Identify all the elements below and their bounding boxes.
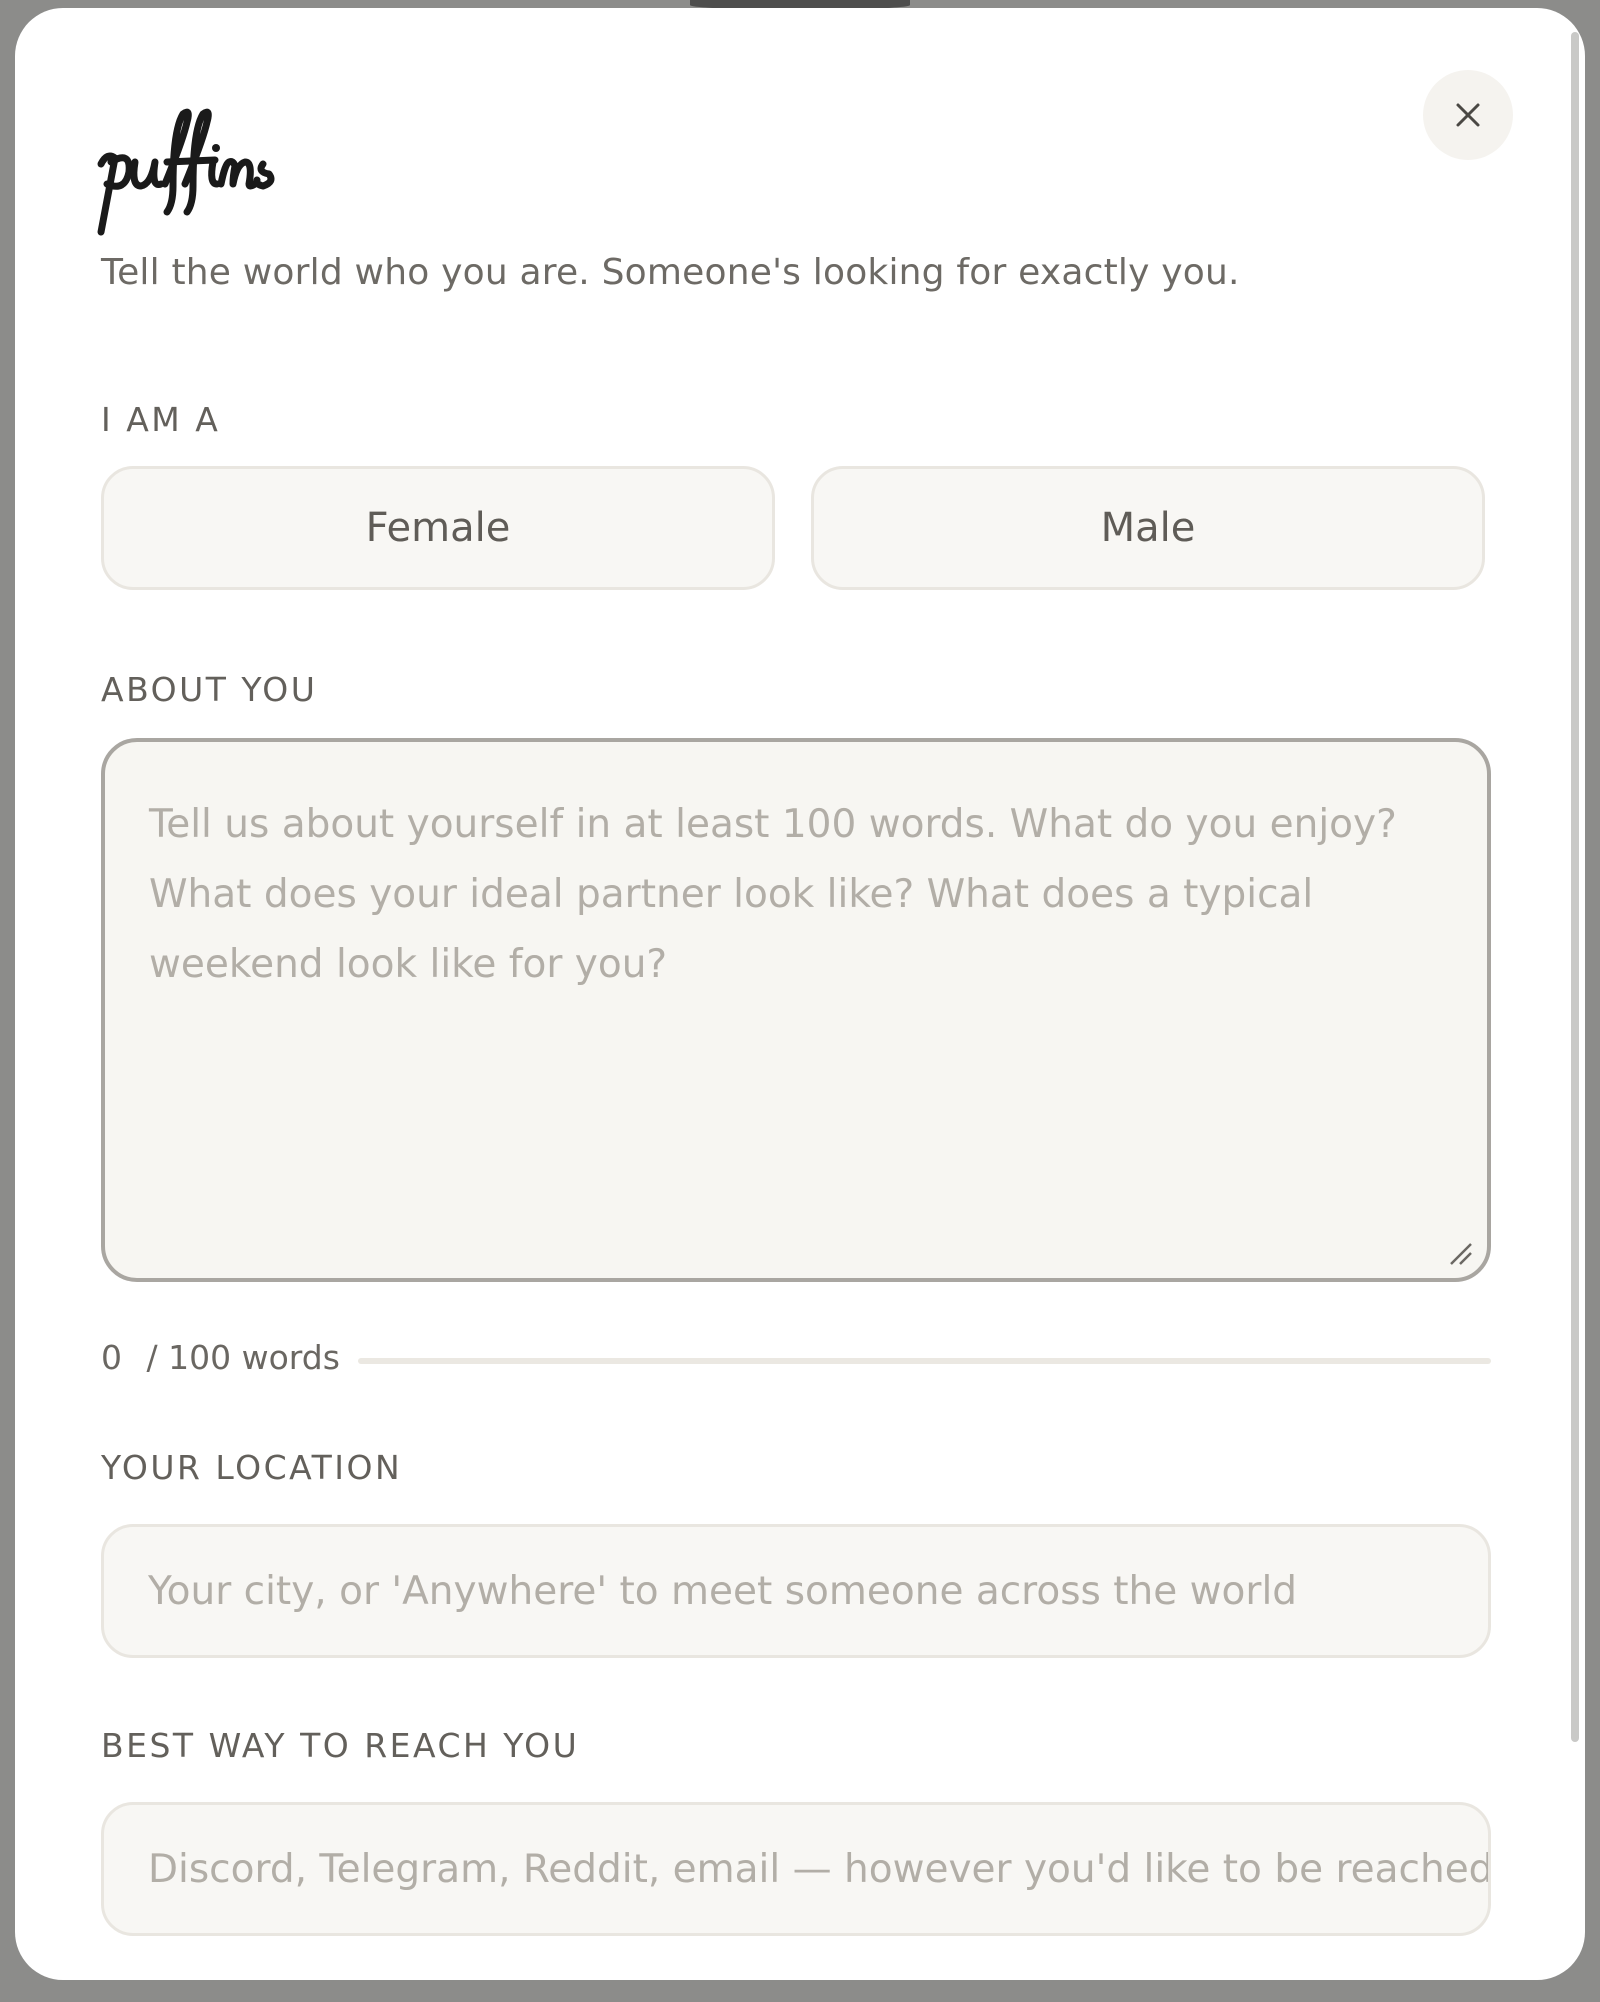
tagline: Tell the world who you are. Someone's lo… <box>101 252 1240 293</box>
close-icon <box>1456 103 1480 127</box>
male-option-button[interactable]: Male <box>811 466 1485 590</box>
contact-placeholder: Discord, Telegram, Reddit, email — howev… <box>148 1846 1491 1892</box>
location-placeholder: Your city, or 'Anywhere' to meet someone… <box>148 1568 1298 1614</box>
gender-label: I AM A <box>101 400 221 439</box>
about-placeholder: Tell us about yourself in at least 100 w… <box>149 802 1397 987</box>
word-count-suffix: / 100 words <box>146 1338 340 1377</box>
female-option-button[interactable]: Female <box>101 466 775 590</box>
puffins-logo <box>97 108 275 236</box>
scrollbar[interactable] <box>1571 32 1579 1742</box>
location-label: YOUR LOCATION <box>101 1448 403 1487</box>
about-textarea[interactable]: Tell us about yourself in at least 100 w… <box>101 738 1491 1282</box>
word-progress-bar <box>358 1358 1491 1364</box>
profile-modal: Tell the world who you are. Someone's lo… <box>15 8 1585 1980</box>
contact-input[interactable]: Discord, Telegram, Reddit, email — howev… <box>101 1802 1491 1936</box>
contact-label: BEST WAY TO REACH YOU <box>101 1726 580 1765</box>
word-counter: 0 / 100 words <box>101 1338 340 1377</box>
close-button[interactable] <box>1423 70 1513 160</box>
resize-handle-icon[interactable] <box>1447 1240 1473 1266</box>
about-label: ABOUT YOU <box>101 670 318 709</box>
location-input[interactable]: Your city, or 'Anywhere' to meet someone… <box>101 1524 1491 1658</box>
word-count-value: 0 <box>101 1338 122 1377</box>
